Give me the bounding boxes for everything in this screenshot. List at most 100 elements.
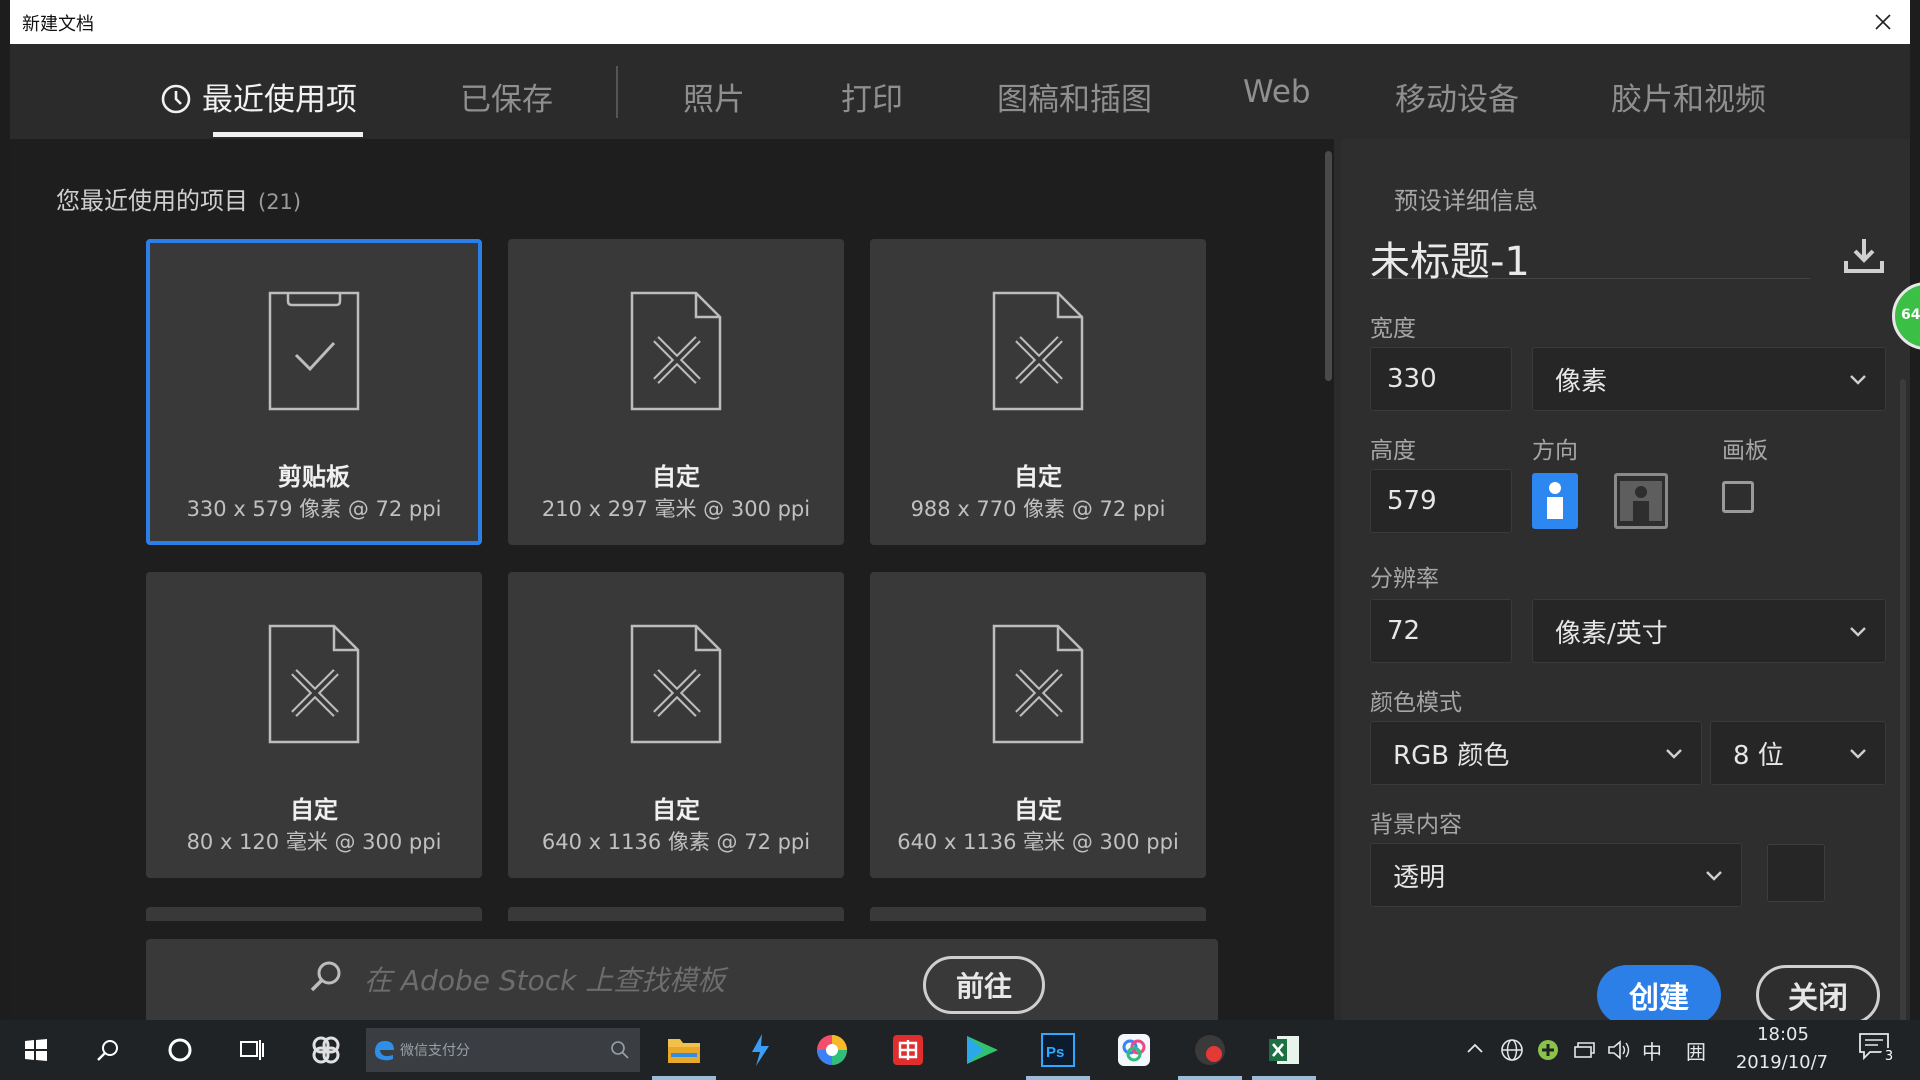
card-name: 自定 [1014,463,1062,491]
preset-card-custom[interactable]: 自定 80 x 120 毫米 @ 300 ppi [146,572,482,878]
preset-card-custom[interactable]: 自定 210 x 297 毫米 @ 300 ppi [508,239,844,545]
artboard-checkbox[interactable] [1722,481,1754,513]
start-button[interactable] [16,1030,56,1070]
clock-date[interactable]: 2019/10/7 [1732,1052,1832,1073]
preset-card-custom[interactable]: 自定 988 x 770 像素 @ 72 ppi [870,239,1206,545]
taskbar-search-box[interactable]: 微信支付分 [366,1028,640,1072]
task-view-button[interactable] [232,1030,272,1070]
play-app-icon [967,1036,998,1064]
cortana-circle-icon [168,1038,192,1062]
tab-recent[interactable]: 最近使用项 [160,74,357,119]
taskbar-app-photoshop[interactable]: Ps [1038,1030,1078,1070]
card-name: 自定 [290,796,338,824]
width-unit-value: 像素 [1555,366,1608,397]
custom-document-icon [630,624,722,744]
active-app-indicator [1252,1076,1316,1080]
active-app-indicator [1178,1076,1242,1080]
active-app-indicator [1026,1076,1090,1080]
tab-mobile[interactable]: 移动设备 [1395,74,1519,119]
preset-card-partial[interactable] [508,907,844,921]
resolution-unit-value: 像素/英寸 [1555,618,1668,649]
clock-icon [161,84,191,114]
tab-web[interactable]: Web [1243,74,1311,110]
save-preset-icon[interactable] [1842,235,1886,275]
taskbar-app-red[interactable] [888,1030,928,1070]
folder-icon [668,1039,700,1063]
card-name: 自定 [652,796,700,824]
card-desc: 988 x 770 像素 @ 72 ppi [910,497,1166,521]
preset-card-partial[interactable] [870,907,1206,921]
color-mode-select[interactable]: RGB 颜色 [1370,721,1702,785]
recent-scrollbar[interactable] [1325,151,1332,381]
ime-mode-indicator[interactable]: 囲 [1686,1036,1706,1065]
globe-icon[interactable] [1500,1038,1524,1062]
resolution-input[interactable]: 72 [1370,599,1512,663]
stock-search-input[interactable]: 在 Adobe Stock 上查找模板 [364,959,725,999]
create-button[interactable]: 创建 [1597,965,1721,1025]
clock-time[interactable]: 18:05 [1738,1024,1828,1045]
taskbar-app-color[interactable] [812,1030,852,1070]
resolution-unit-select[interactable]: 像素/英寸 [1532,599,1886,663]
new-document-dialog: 新建文档 最近使用项 已保存 照片 打印 图稿和插图 Web 移动设备 胶片和视… [10,0,1910,1029]
preset-card-partial[interactable] [146,907,482,921]
bit-depth-select[interactable]: 8 位 [1710,721,1886,785]
flower-app-icon [312,1036,340,1064]
taskbar-search-button[interactable] [88,1030,128,1070]
tab-divider [616,66,618,118]
stock-search-bar: 在 Adobe Stock 上查找模板 前往 [146,939,1218,1020]
cloud-app-icon [1118,1034,1150,1066]
recent-items-heading: 您最近使用的项目 (21) [56,181,301,216]
tab-photo[interactable]: 照片 [683,74,745,119]
width-unit-select[interactable]: 像素 [1532,347,1886,411]
taskbar-app-file-explorer[interactable] [664,1030,704,1070]
card-name: 自定 [652,463,700,491]
taskbar-app-flower[interactable] [306,1030,346,1070]
tab-film-video[interactable]: 胶片和视频 [1611,74,1766,119]
cortana-button[interactable] [160,1030,200,1070]
tray-chevron-up-icon[interactable] [1466,1042,1484,1054]
taskbar-app-excel[interactable] [1264,1030,1304,1070]
taskbar-app-play[interactable] [962,1030,1002,1070]
bit-depth-value: 8 位 [1733,740,1784,771]
taskbar-app-bolt[interactable] [740,1030,780,1070]
go-button[interactable]: 前往 [923,956,1045,1014]
search-icon [310,961,341,992]
card-desc: 210 x 297 毫米 @ 300 ppi [541,497,811,521]
width-label: 宽度 [1370,316,1416,342]
preset-details-panel: 预设详细信息 未标题-1 宽度 330 像素 高度 方向 画板 579 分辨率 … [1342,139,1910,1029]
search-icon [611,1041,629,1059]
background-select[interactable]: 透明 [1370,843,1742,907]
height-input[interactable]: 579 [1370,469,1512,533]
taskbar-app-baidu[interactable] [1114,1030,1154,1070]
lightning-app-icon [752,1034,769,1066]
close-button[interactable]: 关闭 [1756,965,1880,1025]
close-icon [1875,14,1891,30]
close-window-button[interactable] [1866,6,1900,38]
tab-art-illustration[interactable]: 图稿和插图 [997,74,1152,119]
volume-icon[interactable] [1606,1038,1632,1062]
clipboard-icon [268,291,360,411]
details-scrollbar[interactable] [1900,379,1906,1029]
custom-document-icon [630,291,722,411]
preset-card-custom[interactable]: 自定 640 x 1136 像素 @ 72 ppi [508,572,844,878]
tab-print[interactable]: 打印 [841,74,903,119]
preset-card-clipboard[interactable]: 剪贴板 330 x 579 像素 @ 72 ppi [146,239,482,545]
background-color-swatch[interactable] [1767,844,1825,902]
action-center-button[interactable]: 3 [1858,1032,1898,1068]
tab-saved[interactable]: 已保存 [460,74,553,119]
ime-language-indicator[interactable]: 中 [1642,1036,1662,1065]
taskbar-app-recorder[interactable] [1190,1030,1230,1070]
network-icon[interactable] [1572,1038,1596,1062]
photoshop-icon: Ps [1041,1033,1075,1067]
portrait-orientation-button[interactable] [1532,473,1578,529]
security-plus-icon[interactable] [1536,1038,1560,1062]
card-desc: 640 x 1136 毫米 @ 300 ppi [897,830,1179,854]
landscape-orientation-button[interactable] [1614,473,1668,529]
preset-card-custom[interactable]: 自定 640 x 1136 毫米 @ 300 ppi [870,572,1206,878]
width-input[interactable]: 330 [1370,347,1512,411]
document-name-field[interactable]: 未标题-1 [1370,229,1810,285]
windows-logo-icon [25,1039,47,1061]
search-icon [97,1040,118,1061]
active-tab-indicator [213,132,363,137]
card-name: 剪贴板 [278,463,350,491]
